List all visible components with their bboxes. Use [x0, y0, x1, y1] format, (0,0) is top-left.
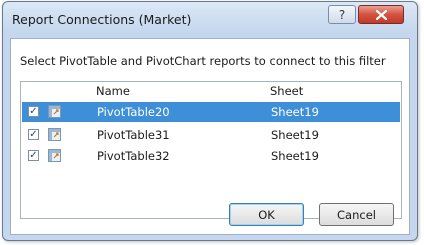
- list-row[interactable]: ✓ PivotTable32 Sheet19: [22, 146, 400, 166]
- help-button[interactable]: ?: [328, 5, 356, 24]
- list-row[interactable]: ✓ PivotTable31 Sheet19: [22, 125, 400, 145]
- close-button[interactable]: [358, 5, 404, 24]
- row-checkbox[interactable]: ✓: [28, 106, 39, 117]
- dialog-content: Select PivotTable and PivotChart reports…: [10, 38, 410, 235]
- ok-button[interactable]: OK: [229, 203, 304, 226]
- report-list[interactable]: Name Sheet ✓ PivotTable20 Sheet19 ✓ Pivo…: [20, 81, 402, 219]
- close-icon: [375, 9, 387, 20]
- pivottable-icon: [48, 105, 61, 118]
- row-checkbox[interactable]: ✓: [28, 129, 39, 140]
- row-name: PivotTable20: [97, 105, 170, 119]
- help-icon: ?: [338, 7, 346, 22]
- list-header: Name Sheet: [21, 82, 401, 99]
- dialog-title: Report Connections (Market): [12, 12, 192, 27]
- list-row[interactable]: ✓ PivotTable20 Sheet19: [22, 102, 400, 122]
- pivottable-icon: [48, 149, 61, 162]
- cancel-button[interactable]: Cancel: [319, 203, 394, 226]
- row-checkbox[interactable]: ✓: [28, 150, 39, 161]
- row-sheet: Sheet19: [271, 149, 319, 163]
- row-name: PivotTable31: [97, 128, 170, 142]
- column-header-sheet: Sheet: [270, 84, 304, 98]
- report-connections-dialog: Report Connections (Market) ? Select Piv…: [2, 1, 418, 241]
- column-header-name: Name: [96, 84, 130, 98]
- row-sheet: Sheet19: [271, 128, 319, 142]
- row-name: PivotTable32: [97, 149, 170, 163]
- row-sheet: Sheet19: [271, 105, 319, 119]
- instruction-text: Select PivotTable and PivotChart reports…: [20, 54, 386, 68]
- pivottable-icon: [48, 128, 61, 141]
